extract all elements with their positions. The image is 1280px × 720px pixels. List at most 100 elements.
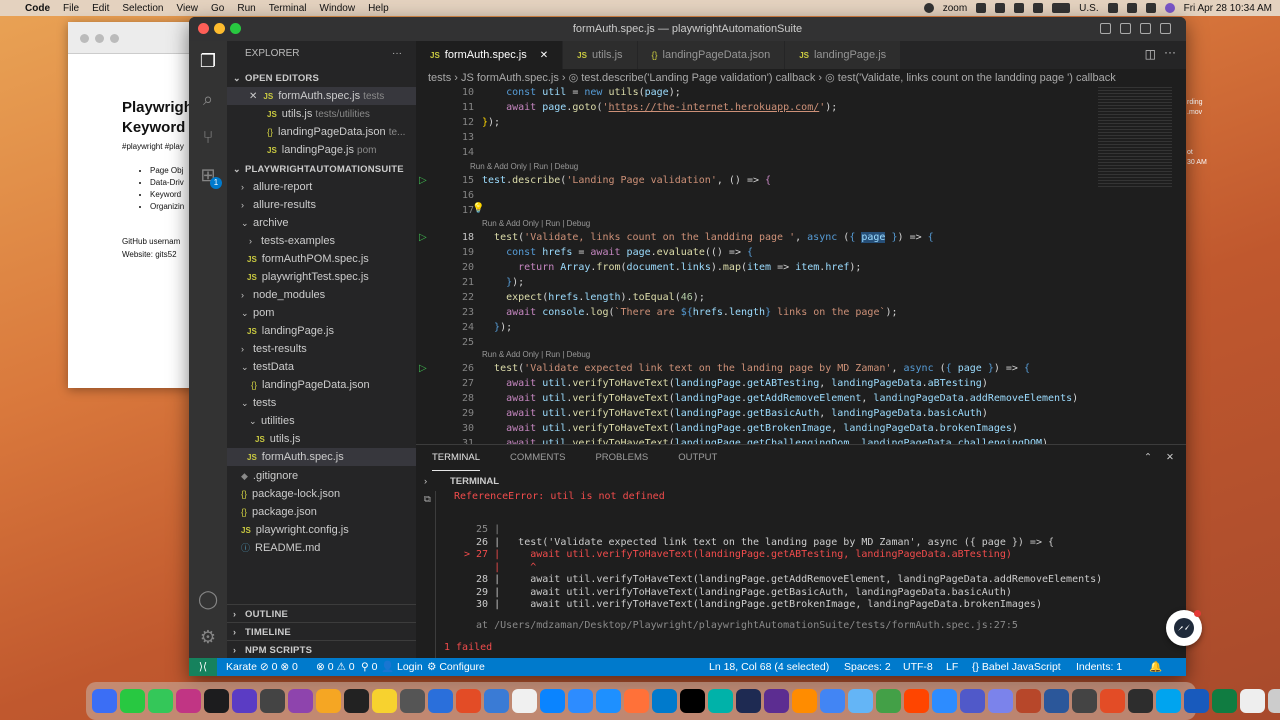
record-icon[interactable] [923,3,934,13]
code-line[interactable]: await util.verifyToHaveText(landingPage.… [482,423,1018,434]
code-line[interactable]: await util.verifyToHaveText(landingPage.… [482,408,988,419]
menu-run[interactable]: Run [237,3,255,14]
code-line[interactable]: await page.goto('https://the-internet.he… [482,102,837,113]
minimize-icon[interactable] [95,34,104,43]
code-line[interactable]: test('Validate expected link text on the… [482,363,1030,374]
messenger-chat-bubble[interactable] [1166,610,1202,646]
more-actions-icon[interactable]: ··· [392,45,402,63]
wifi-icon[interactable] [1107,3,1118,13]
dock-app-icon[interactable] [1212,688,1237,714]
dock-app-icon[interactable] [904,688,929,714]
maximize-icon[interactable] [230,23,241,34]
menu-window[interactable]: Window [320,3,356,14]
code-line[interactable]: const hrefs = await page.evaluate(() => … [482,247,753,258]
tree-file[interactable]: JS playwrightTest.spec.js [227,268,416,286]
tree-folder[interactable]: ⌄ utilities [227,412,416,430]
tab-landingpage[interactable]: JS landingPage.js [785,41,902,69]
background-document-window[interactable]: PlaywrighKeyword D #playwright #play Pag… [68,22,200,388]
dock-app-icon[interactable] [876,688,901,714]
status-indents[interactable]: Indents: 1 [1076,658,1122,676]
codelens[interactable]: Run & Add Only | Run | Debug [470,162,578,171]
close-icon[interactable]: ✕ [249,91,257,102]
menu-go[interactable]: Go [211,3,224,14]
status-login[interactable]: 👤 Login [381,658,423,676]
dock-app-icon[interactable] [1240,688,1265,714]
tab-terminal[interactable]: TERMINAL [432,445,481,471]
tree-file[interactable]: JS landingPage.js [227,322,416,340]
code-line[interactable]: test.describe('Landing Page validation',… [482,175,771,186]
dock-app-icon[interactable] [512,688,537,714]
dock-app-icon[interactable] [736,688,761,714]
minimize-icon[interactable] [214,23,225,34]
project-section[interactable]: ⌄ PLAYWRIGHTAUTOMATIONSUITE [227,160,416,178]
account-icon[interactable]: ◯ [198,589,218,609]
status-problems[interactable]: ⊗ 0 ⚠ 0 [316,658,355,676]
status-indentation[interactable]: Spaces: 2 [844,658,891,676]
tree-folder[interactable]: ⌄ tests [227,394,416,412]
dock-app-icon[interactable] [232,688,257,714]
search-icon[interactable] [1126,3,1137,13]
zoom-menu[interactable]: zoom [943,3,967,14]
tree-folder[interactable]: › test-results [227,340,416,358]
menu-edit[interactable]: Edit [92,3,109,14]
terminal-output[interactable]: ReferenceError: util is not defined 25 |… [444,491,1102,655]
dock-app-icon[interactable] [1100,688,1125,714]
dock-app-icon[interactable] [1128,688,1153,714]
tree-file[interactable]: JS utils.js [227,430,416,448]
open-editor-item[interactable]: JS landingPage.js pom [227,141,416,159]
dock-app-icon[interactable] [764,688,789,714]
dock-app-icon[interactable] [820,688,845,714]
timeline-section[interactable]: › TIMELINE [227,622,416,640]
open-editors-section[interactable]: ⌄ OPEN EDITORS [227,69,416,87]
tree-file[interactable]: {} package.json [227,503,416,521]
toggle-sidebar-icon[interactable] [1100,23,1111,34]
extensions-icon[interactable]: ⊞ 1 [198,165,222,189]
dock-app-icon[interactable] [680,688,705,714]
dock-app-icon[interactable] [456,688,481,714]
status-icon[interactable] [995,3,1006,13]
open-editor-item[interactable]: JS utils.js tests/utilities [227,105,416,123]
dock-app-icon[interactable] [484,688,509,714]
status-icon[interactable] [976,3,987,13]
code-line[interactable]: }); [482,277,524,288]
tree-file[interactable]: ⓘ README.md [227,539,416,557]
tree-file[interactable]: JS formAuthPOM.spec.js [227,250,416,268]
status-cursor-position[interactable]: Ln 18, Col 68 (4 selected) [709,658,829,676]
dock-app-icon[interactable] [540,688,565,714]
tab-output[interactable]: OUTPUT [678,445,717,471]
tab-utils[interactable]: JS utils.js [563,41,638,69]
npm-scripts-section[interactable]: › NPM SCRIPTS [227,640,416,658]
tree-folder[interactable]: › tests-examples [227,232,416,250]
code-line[interactable]: await console.log(`There are ${hrefs.len… [482,307,897,318]
terminal-header[interactable]: › ⧉ TERMINAL [416,473,1186,505]
customize-layout-icon[interactable] [1160,23,1171,34]
menu-help[interactable]: Help [368,3,389,14]
code-line[interactable]: test('Validate, links count on the landd… [482,232,934,243]
tab-comments[interactable]: COMMENTS [510,445,565,471]
status-language[interactable]: {} Babel JavaScript [972,658,1061,676]
maximize-panel-icon[interactable]: ⌃ [1144,445,1152,471]
status-icon[interactable] [1014,3,1025,13]
breadcrumb[interactable]: tests › JS formAuth.spec.js › ◎ test.des… [416,69,1186,87]
dock-app-icon[interactable] [624,688,649,714]
dock-app-icon[interactable] [1184,688,1209,714]
menu-selection[interactable]: Selection [122,3,163,14]
tree-file[interactable]: ◆ .gitignore [227,467,416,485]
tree-file[interactable]: {} package-lock.json [227,485,416,503]
toggle-secondary-sidebar-icon[interactable] [1140,23,1151,34]
dock-app-icon[interactable] [1156,688,1181,714]
codelens[interactable]: Run & Add Only | Run | Debug [482,219,590,228]
tree-folder[interactable]: › allure-report [227,178,416,196]
source-control-icon[interactable]: ⑂ [198,127,218,147]
tree-folder[interactable]: ⌄ pom [227,304,416,322]
status-encoding[interactable]: UTF-8 [903,658,933,676]
dock-app-icon[interactable] [568,688,593,714]
dock-app-icon[interactable] [260,688,285,714]
zoom-icon[interactable] [110,34,119,43]
close-icon[interactable] [80,34,89,43]
dock-app-icon[interactable] [1268,688,1280,714]
dock-app-icon[interactable] [848,688,873,714]
dock-app-icon[interactable] [596,688,621,714]
search-icon[interactable]: ⌕ [198,89,218,109]
menubar-clock[interactable]: Fri Apr 28 10:34 AM [1184,3,1272,14]
